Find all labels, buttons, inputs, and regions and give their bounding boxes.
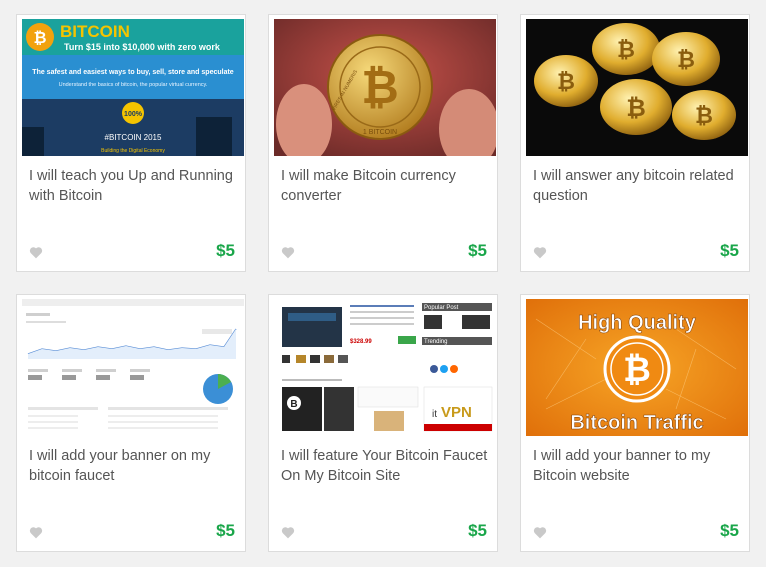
gig-card[interactable]: ₿ ₿ ₿ ₿ ₿ I will answer any bitcoin rela… bbox=[520, 14, 750, 272]
heart-icon[interactable] bbox=[281, 246, 295, 259]
svg-text:100%: 100% bbox=[124, 111, 143, 118]
svg-text:1 BITCOIN: 1 BITCOIN bbox=[363, 129, 397, 136]
heart-icon[interactable] bbox=[29, 526, 43, 539]
gig-price: $5 bbox=[216, 241, 235, 260]
thumb-brand: BITCOIN bbox=[60, 22, 130, 41]
gig-price: $5 bbox=[720, 241, 739, 260]
gig-price: $5 bbox=[720, 521, 739, 540]
svg-text:The safest and easiest ways to: The safest and easiest ways to buy, sell… bbox=[32, 69, 233, 76]
gig-card[interactable]: High Quality ₿ Bitcoin Traffic I will ad… bbox=[520, 294, 750, 552]
gig-thumbnail[interactable] bbox=[22, 299, 244, 436]
svg-text:₿: ₿ bbox=[617, 37, 635, 62]
svg-text:₿: ₿ bbox=[33, 29, 46, 47]
heart-icon[interactable] bbox=[533, 246, 547, 259]
svg-text:VPN: VPN bbox=[441, 404, 472, 421]
gig-card[interactable]: ₿ 1 BITCOIN VIRES IN NUMERIS I will make… bbox=[268, 14, 498, 272]
heart-icon[interactable] bbox=[281, 526, 295, 539]
gig-card[interactable]: $328.99 Popular Post Trending B it VPN I bbox=[268, 294, 498, 552]
svg-text:Trending: Trending bbox=[424, 339, 447, 345]
gig-title[interactable]: I will add your banner to my Bitcoin web… bbox=[533, 446, 743, 486]
svg-text:it: it bbox=[432, 409, 437, 420]
gig-thumbnail[interactable]: High Quality ₿ Bitcoin Traffic bbox=[526, 299, 748, 436]
svg-text:₿: ₿ bbox=[677, 47, 695, 72]
svg-text:₿: ₿ bbox=[623, 351, 651, 389]
gig-thumbnail[interactable]: ₿ BITCOIN Turn $15 into $10,000 with zer… bbox=[22, 19, 244, 156]
svg-text:₿: ₿ bbox=[361, 61, 399, 113]
gig-card[interactable]: I will add your banner on my bitcoin fau… bbox=[16, 294, 246, 552]
gig-card[interactable]: ₿ BITCOIN Turn $15 into $10,000 with zer… bbox=[16, 14, 246, 272]
svg-text:Turn $15 into $10,000 with zer: Turn $15 into $10,000 with zero work bbox=[64, 42, 221, 52]
svg-text:B: B bbox=[290, 399, 297, 410]
gig-title[interactable]: I will answer any bitcoin related questi… bbox=[533, 166, 743, 206]
gig-price: $5 bbox=[216, 521, 235, 540]
heart-icon[interactable] bbox=[533, 526, 547, 539]
gig-price: $5 bbox=[468, 521, 487, 540]
gig-price: $5 bbox=[468, 241, 487, 260]
gig-title[interactable]: I will feature Your Bitcoin Faucet On My… bbox=[281, 446, 491, 486]
gig-title[interactable]: I will make Bitcoin currency converter bbox=[281, 166, 491, 206]
svg-text:₿: ₿ bbox=[695, 103, 713, 128]
heart-icon[interactable] bbox=[29, 246, 43, 259]
gig-thumbnail[interactable]: ₿ 1 BITCOIN VIRES IN NUMERIS bbox=[274, 19, 496, 156]
gig-thumbnail[interactable]: ₿ ₿ ₿ ₿ ₿ bbox=[526, 19, 748, 156]
svg-text:Understand the basics of bitco: Understand the basics of bitcoin, the po… bbox=[59, 82, 208, 88]
gig-title[interactable]: I will add your banner on my bitcoin fau… bbox=[29, 446, 239, 486]
svg-text:$328.99: $328.99 bbox=[350, 339, 372, 345]
svg-text:Popular Post: Popular Post bbox=[424, 305, 459, 311]
svg-text:₿: ₿ bbox=[557, 69, 575, 94]
svg-text:Bitcoin Traffic: Bitcoin Traffic bbox=[570, 412, 703, 434]
svg-text:Building the Digital Economy: Building the Digital Economy bbox=[101, 148, 165, 154]
svg-text:₿: ₿ bbox=[626, 95, 646, 122]
svg-text:#BITCOIN 2015: #BITCOIN 2015 bbox=[105, 133, 162, 142]
gig-title[interactable]: I will teach you Up and Running with Bit… bbox=[29, 166, 239, 206]
svg-text:High Quality: High Quality bbox=[578, 312, 697, 334]
gig-thumbnail[interactable]: $328.99 Popular Post Trending B it VPN bbox=[274, 299, 496, 436]
